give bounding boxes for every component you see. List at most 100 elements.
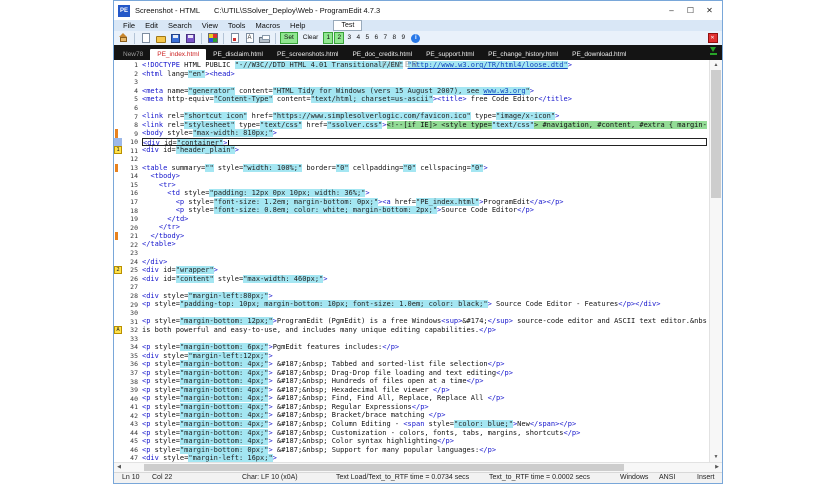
macro-5-button[interactable]: 5 [363,33,371,43]
tab-pe-support-html[interactable]: PE_support.html [419,49,481,60]
macro-3-button[interactable]: 3 [345,33,353,43]
menu-edit[interactable]: Edit [140,21,163,30]
tab-pe-change-history-html[interactable]: PE_change_history.html [481,49,565,60]
code-line[interactable]: <p style="margin-bottom: 0px;"> &#187;&n… [142,445,707,455]
red-indicator-button[interactable]: ✕ [706,32,719,45]
macro-1-button[interactable]: 1 [323,32,334,44]
code-line[interactable]: <p style="margin-bottom: 4px;"> &#187;&n… [142,428,707,438]
code-line[interactable] [142,155,707,164]
code-line[interactable]: </tbody> [142,232,707,241]
tab-pe-screenshots-html[interactable]: PE_screenshots.html [270,49,345,60]
code-line[interactable] [142,78,707,87]
code-line[interactable]: <p style="margin-bottom: 6px;">PgmEdit f… [142,343,707,352]
menu-tools[interactable]: Tools [223,21,251,30]
code-line[interactable]: <p style="margin-bottom: 4px;"> &#187;&n… [142,437,707,446]
code-line[interactable] [142,283,707,292]
code-line[interactable] [142,249,707,258]
macro-6-button[interactable]: 6 [372,33,380,43]
code-line[interactable]: <div style="margin-left:12px;"> [142,351,707,361]
code-line[interactable]: <link rel="shortcut icon" href="https://… [142,112,707,121]
menu-macros[interactable]: Macros [250,21,285,30]
code-line[interactable]: <div id="wrapper"> [142,266,707,275]
tab-pe-doc-credits-html[interactable]: PE_doc_credits.html [345,49,419,60]
vertical-scroll-thumb[interactable] [711,70,721,198]
tab-pe-disclaim-html[interactable]: PE_disclaim.html [206,49,270,60]
close-button[interactable]: ✕ [701,4,718,17]
code-line[interactable] [142,104,707,113]
macro-9-button[interactable]: 9 [399,33,407,43]
code-line[interactable]: </div> [142,258,707,267]
save-button[interactable] [169,32,182,45]
macro-8-button[interactable]: 8 [390,33,398,43]
code-line[interactable] [142,335,707,344]
scroll-left-arrow-icon[interactable]: ◀ [114,463,124,472]
code-line[interactable]: </table> [142,240,707,249]
scroll-up-arrow-icon[interactable]: ▲ [710,60,722,70]
test-button[interactable]: Test [333,20,363,31]
editor-area[interactable]: 1 <!DOCTYPE HTML PUBLIC "-//W3C//DTD HTML… [114,60,722,462]
tab-pe-index-html[interactable]: PE_index.html [150,49,207,60]
download-tab-button[interactable] [707,45,720,58]
code-line[interactable]: <div id="header_plain"> [142,146,707,155]
home-button[interactable] [117,32,130,45]
code-line[interactable]: <html lang="en"><head> [142,69,707,79]
scroll-down-arrow-icon[interactable]: ▼ [710,452,722,462]
code-line[interactable]: <p style="margin-bottom: 12px;">ProgramE… [142,317,707,326]
menu-search[interactable]: Search [163,21,197,30]
code-line[interactable]: <tr> [142,181,707,190]
code-line[interactable]: <div style="margin-left:80px;"> [142,291,707,301]
code-line[interactable] [142,309,707,318]
code-line[interactable]: <p style="margin-bottom: 4px;"> &#187;&n… [142,360,707,369]
code-line[interactable]: <p style="margin-bottom: 4px;"> &#187;&n… [142,411,707,420]
horizontal-scroll-thumb[interactable] [144,464,624,471]
print-preview-button[interactable]: A [243,32,256,45]
macro-2-button[interactable]: 2 [334,32,345,44]
code-line[interactable]: <p style="margin-bottom: 4px;"> &#187;&n… [142,394,707,403]
code-line[interactable]: <div style="margin-left: 16px;"> [142,454,707,462]
tab-new78[interactable]: New78 [116,49,150,60]
code-line[interactable]: <p style="margin-bottom: 4px;"> &#187;&n… [142,402,707,412]
code-line[interactable]: <td style="padding: 12px 0px 10px; width… [142,189,707,198]
maximize-button[interactable]: ☐ [682,4,699,17]
clear-button[interactable]: Clear [300,33,322,43]
horizontal-scrollbar[interactable]: ◀ ▶ [114,462,722,472]
new-file-button[interactable] [139,32,152,45]
scroll-right-arrow-icon[interactable]: ▶ [712,463,722,472]
bookmark-A-marker[interactable]: A [114,325,122,334]
macro-4-button[interactable]: 4 [354,33,362,43]
code-line[interactable]: <!DOCTYPE HTML PUBLIC "-//W3C//DTD HTML … [142,61,707,70]
page-copy-button[interactable] [228,32,241,45]
vertical-scrollbar[interactable]: ▲ ▼ [709,60,722,462]
colors-button[interactable] [206,32,219,45]
bookmark-2-marker[interactable]: 2 [114,266,122,275]
code-line[interactable]: <meta http-equiv="Content-Type" content=… [142,95,707,104]
code-line[interactable]: </td> [142,215,707,224]
code-line[interactable]: <div id="content" style="max-width: 460p… [142,274,707,284]
code-line[interactable]: <p style="font-size: 1.2em; margin-botto… [142,197,707,207]
open-folder-button[interactable] [154,32,167,45]
menu-file[interactable]: File [118,21,140,30]
code-line[interactable]: </tr> [142,223,707,232]
code-line[interactable]: <link rel="stylesheet" type="text/css" h… [142,120,707,130]
bookmark-1-marker[interactable]: 1 [114,146,122,155]
print-button[interactable] [258,32,271,45]
code-line[interactable]: <meta name="generator" content="HTML Tid… [142,86,707,96]
set-button[interactable]: Set [280,32,298,44]
code-line[interactable]: <table summary="" style="width: 100%;" b… [142,163,707,173]
code-line[interactable]: <p style="margin-bottom: 4px;"> &#187;&n… [142,419,707,429]
macro-7-button[interactable]: 7 [381,33,389,43]
menu-view[interactable]: View [197,21,223,30]
code-line[interactable]: <p style="margin-bottom: 4px;"> &#187;&n… [142,377,707,386]
code-line[interactable]: <p style="margin-bottom: 4px;"> &#187;&n… [142,368,707,378]
menu-help[interactable]: Help [285,21,310,30]
code-line[interactable]: <p style="margin-bottom: 4px;"> &#187;&n… [142,385,707,395]
info-button[interactable]: i [409,32,422,45]
code-line[interactable]: is both powerful and easy-to-use, and in… [142,326,707,335]
tab-pe-download-html[interactable]: PE_download.html [565,49,633,60]
code-line[interactable]: <div id="container"> [142,137,707,147]
minimize-button[interactable]: – [663,4,680,17]
code-line[interactable]: <p style="padding-top: 10px; margin-bott… [142,300,707,309]
save-all-button[interactable] [184,32,197,45]
code-line[interactable]: <p style="font-size: 0.8em; color: white… [142,206,707,215]
code-line[interactable]: <body style="max-width: 810px;"> [142,129,707,138]
